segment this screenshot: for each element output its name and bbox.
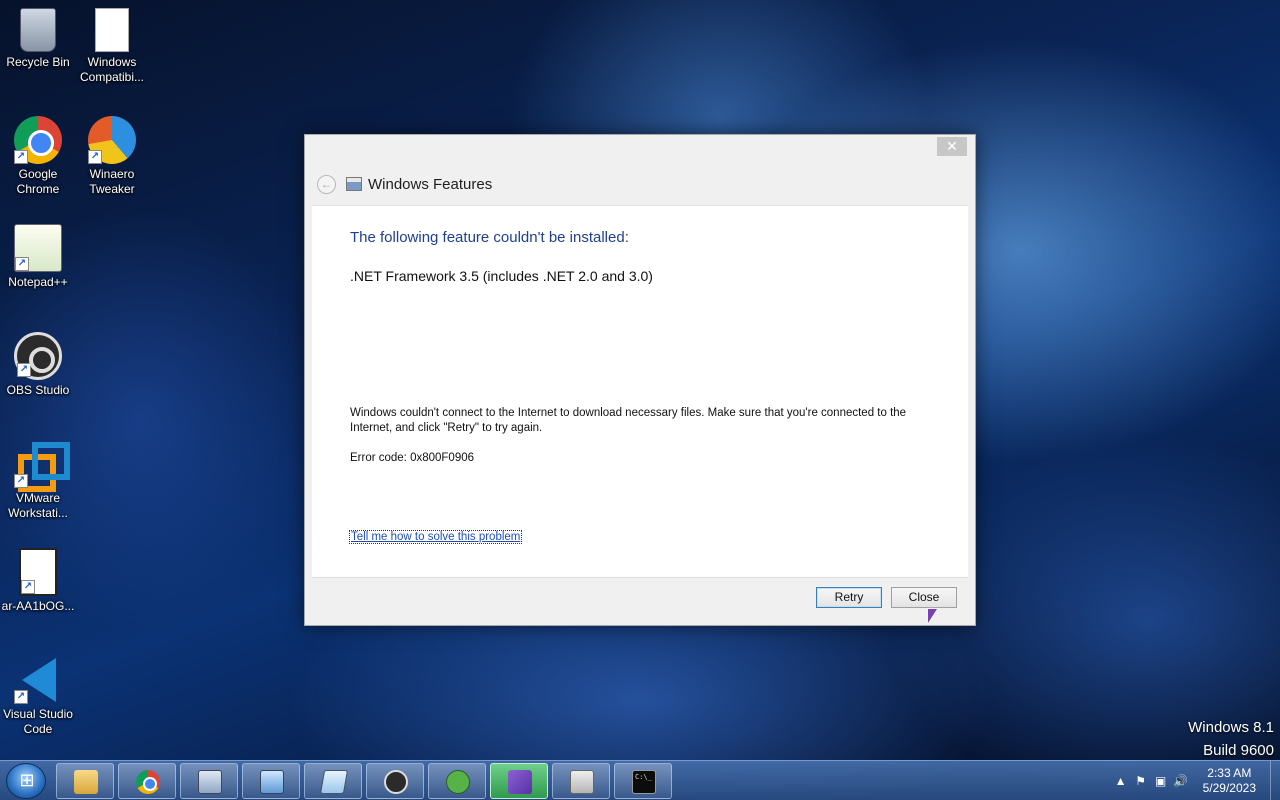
package-icon [570, 770, 594, 794]
monitor-icon [198, 770, 222, 794]
taskbar-chrome[interactable] [118, 763, 176, 799]
desktop-icon-google-chrome[interactable]: ↗ Google Chrome [0, 116, 76, 197]
watermark-line2: Build 9600 [1203, 742, 1274, 759]
desktop-icon-recycle-bin[interactable]: Recycle Bin [0, 8, 76, 70]
desktop-icon-vscode[interactable]: ↗ Visual Studio Code [0, 656, 76, 737]
back-arrow-icon[interactable]: ← [317, 174, 336, 194]
network-icon[interactable]: ▣ [1151, 774, 1171, 788]
desktop-icon-label: Google Chrome [16, 167, 60, 196]
shortcut-arrow-icon: ↗ [14, 150, 28, 164]
clock[interactable]: 2:33 AM 5/29/2023 [1203, 766, 1256, 796]
taskbar-notepadpp[interactable] [428, 763, 486, 799]
winaero-icon: ↗ [88, 116, 136, 164]
show-desktop-button[interactable] [1270, 761, 1280, 800]
error-code: Error code: 0x800F0906 [350, 452, 475, 464]
desktop-icon-obs-studio[interactable]: ↗ OBS Studio [0, 332, 76, 398]
watermark-line1: Windows 8.1 [1188, 719, 1274, 736]
vmware-icon: ↗ [14, 440, 70, 492]
recycle-bin-icon [20, 8, 56, 52]
taskbar-system-monitor[interactable] [180, 763, 238, 799]
dialog-content: The following feature couldn't be instal… [312, 205, 968, 578]
feature-name: .NET Framework 3.5 (includes .NET 2.0 an… [350, 268, 653, 284]
taskbar-file-explorer[interactable] [56, 763, 114, 799]
start-button[interactable] [6, 763, 47, 799]
obs-icon [384, 770, 408, 794]
taskbar-windows-features[interactable] [552, 763, 610, 799]
close-button[interactable]: Close [891, 587, 957, 608]
error-headline: The following feature couldn't be instal… [350, 229, 629, 246]
notepadpp-icon: ↗ [14, 224, 62, 272]
shortcut-arrow-icon: ↗ [21, 580, 35, 594]
shortcut-arrow-icon: ↗ [17, 363, 31, 377]
tray-chevron-icon[interactable]: ▲ [1111, 774, 1131, 788]
desktop-icon-label: Winaero Tweaker [89, 167, 135, 196]
taskbar-command-prompt[interactable]: C:\_ [614, 763, 672, 799]
desktop-icon-label: Recycle Bin [6, 55, 70, 69]
desktop-icon-windows-compatibility[interactable]: Windows Compatibi... [74, 8, 150, 85]
clock-date: 5/29/2023 [1202, 781, 1256, 795]
shortcut-arrow-icon: ↗ [14, 690, 28, 704]
taskbar-obs[interactable] [366, 763, 424, 799]
desktop-icon-winaero-tweaker[interactable]: ↗ Winaero Tweaker [74, 116, 150, 197]
desktop-icon-label: Windows Compatibi... [79, 55, 145, 84]
mouse-cursor-icon [928, 609, 937, 623]
shortcut-arrow-icon: ↗ [88, 150, 102, 164]
desktop-icon-label: Visual Studio Code [3, 707, 73, 736]
desktop-icon-label: VMware Workstati... [8, 491, 68, 520]
desktop-icon-label: Notepad++ [8, 275, 68, 289]
retry-button[interactable]: Retry [816, 587, 882, 608]
frog-icon [446, 770, 470, 794]
taskbar-control-panel[interactable] [242, 763, 300, 799]
taskbar-visual-studio-installer[interactable] [490, 763, 548, 799]
vs-installer-icon [508, 770, 532, 794]
dialog-close-button[interactable]: ✕ [937, 137, 967, 156]
notepad-icon [319, 770, 349, 794]
windows-features-icon [346, 177, 362, 191]
desktop-icon-label: OBS Studio [6, 383, 70, 397]
desktop-icon-label: ar-AA1bOG... [1, 599, 75, 613]
os-version-watermark: Windows 8.1 Build 9600 [1188, 716, 1274, 762]
dialog-header: ← Windows Features [317, 173, 492, 195]
clock-time: 2:33 AM [1207, 766, 1252, 780]
taskbar: C:\_ ▲ ⚑ ▣ 🔊 2:33 AM 5/29/2023 [0, 760, 1280, 800]
desktop-icon-ar-image[interactable]: ↗ ar-AA1bOG... [0, 548, 76, 614]
chrome-icon [136, 770, 160, 794]
desktop-icon-vmware-workstation[interactable]: ↗ VMware Workstati... [0, 440, 76, 521]
cmd-icon: C:\_ [632, 770, 656, 794]
action-center-flag-icon[interactable]: ⚑ [1131, 774, 1151, 788]
vscode-icon: ↗ [14, 656, 62, 704]
error-message: Windows couldn't connect to the Internet… [350, 407, 907, 434]
volume-icon[interactable]: 🔊 [1171, 774, 1191, 788]
desktop: Recycle Bin Windows Compatibi... ↗ Googl… [0, 0, 1280, 760]
shortcut-arrow-icon: ↗ [15, 257, 29, 271]
dialog-title: Windows Features [368, 175, 493, 193]
obs-icon: ↗ [14, 332, 62, 380]
folder-icon [74, 770, 98, 794]
system-tray: ▲ ⚑ ▣ 🔊 2:33 AM 5/29/2023 [1111, 761, 1280, 800]
windows-features-dialog: ✕ ← Windows Features The following featu… [304, 134, 976, 626]
help-link[interactable]: Tell me how to solve this problem [348, 530, 523, 544]
image-file-icon: ↗ [19, 548, 57, 596]
desktop-icon-notepadpp[interactable]: ↗ Notepad++ [0, 224, 76, 290]
chrome-icon: ↗ [14, 116, 62, 164]
control-panel-icon [260, 770, 284, 794]
shortcut-arrow-icon: ↗ [14, 474, 28, 488]
document-icon [95, 8, 129, 52]
taskbar-notepad[interactable] [304, 763, 362, 799]
